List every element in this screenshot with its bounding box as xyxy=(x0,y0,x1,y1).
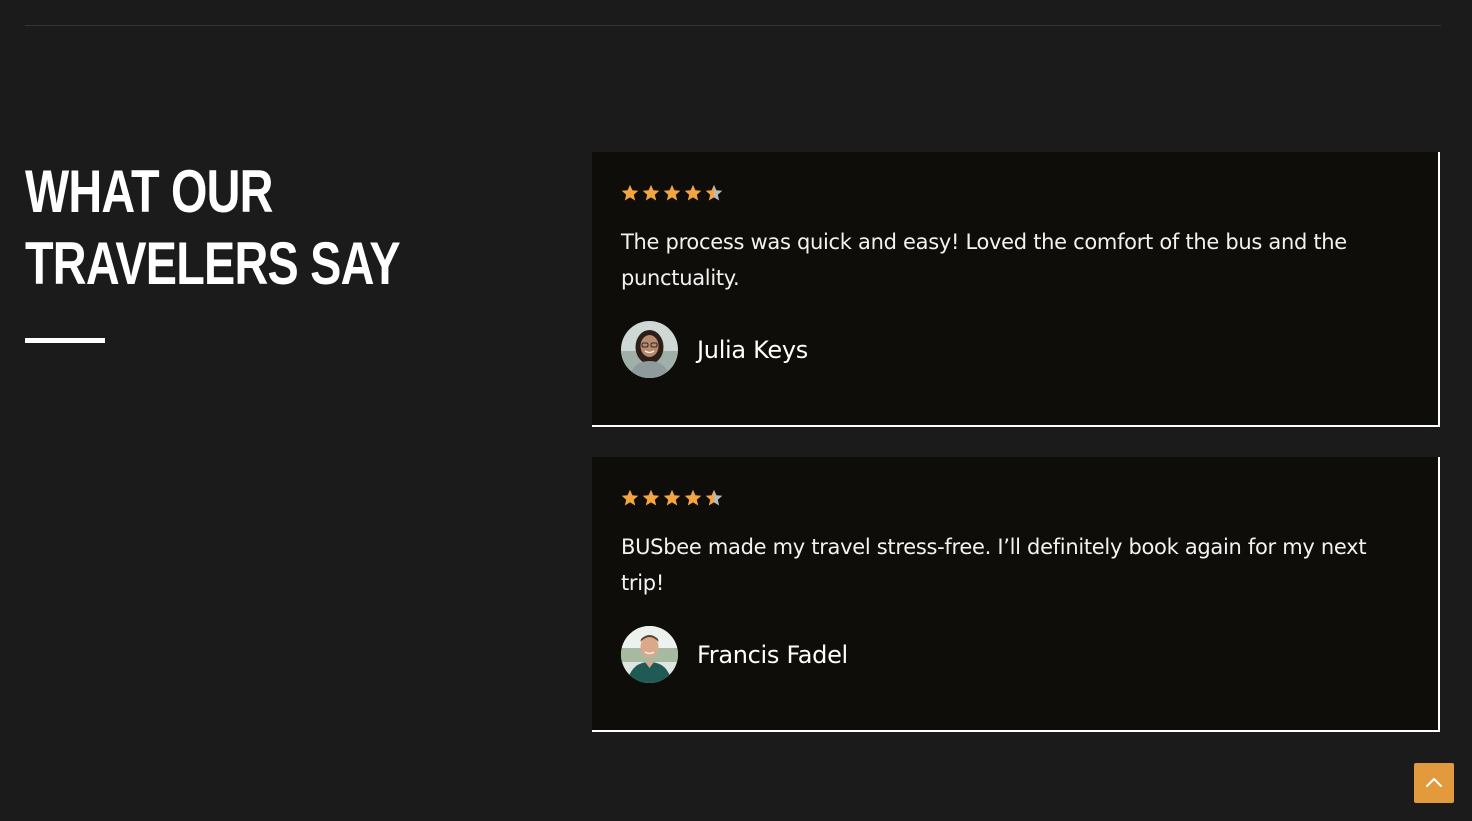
heading-underline xyxy=(25,338,105,343)
scroll-to-top-button[interactable] xyxy=(1414,763,1454,803)
section-divider xyxy=(25,25,1441,26)
testimonial-author: Francis Fadel xyxy=(621,626,848,683)
star-half-icon xyxy=(705,489,723,506)
star-full-icon xyxy=(663,184,681,201)
heading-line-1: WHAT OUR xyxy=(25,158,273,225)
testimonial-card: BUSbee made my travel stress-free. I’ll … xyxy=(592,457,1440,732)
star-full-icon xyxy=(621,489,639,506)
avatar-woman-icon xyxy=(621,321,678,378)
author-name: Julia Keys xyxy=(697,335,808,364)
testimonial-card: The process was quick and easy! Loved th… xyxy=(592,152,1440,427)
star-full-icon xyxy=(642,184,660,201)
author-name: Francis Fadel xyxy=(697,640,848,669)
star-rating xyxy=(621,489,723,507)
star-full-icon xyxy=(663,489,681,506)
testimonial-quote: The process was quick and easy! Loved th… xyxy=(621,230,1347,290)
testimonial-author: Julia Keys xyxy=(621,321,808,378)
testimonial-quote: BUSbee made my travel stress-free. I’ll … xyxy=(621,535,1367,595)
avatar-man-icon xyxy=(621,626,678,683)
heading-line-2: TRAVELERS SAY xyxy=(25,230,401,297)
star-rating xyxy=(621,184,723,202)
chevron-up-icon xyxy=(1426,778,1442,787)
testimonials-section: WHAT OUR TRAVELERS SAY The process was q… xyxy=(0,0,1472,821)
section-heading: WHAT OUR TRAVELERS SAY xyxy=(25,156,401,300)
star-full-icon xyxy=(684,489,702,506)
star-full-icon xyxy=(684,184,702,201)
star-half-icon xyxy=(705,184,723,201)
star-full-icon xyxy=(642,489,660,506)
star-full-icon xyxy=(621,184,639,201)
